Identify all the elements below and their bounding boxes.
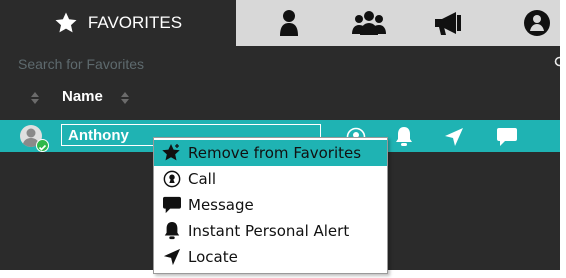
star-icon <box>55 12 77 33</box>
locate-arrow-icon <box>162 247 182 267</box>
message-icon <box>162 195 182 215</box>
menu-item-call[interactable]: Call <box>154 166 387 192</box>
sort-icon[interactable] <box>30 91 40 105</box>
alert-bell-icon <box>162 221 182 241</box>
person-icon <box>280 10 298 36</box>
tab-broadcast[interactable] <box>432 8 466 38</box>
menu-item-label: Instant Personal Alert <box>188 222 350 240</box>
status-online-icon <box>36 139 49 152</box>
search-input[interactable] <box>18 54 518 74</box>
tab-favorites-label: FAVORITES <box>87 13 183 32</box>
menu-item-label: Call <box>188 170 217 188</box>
menu-item-label: Locate <box>188 248 238 266</box>
tab-directory[interactable] <box>520 8 554 38</box>
menu-item-label: Message <box>188 196 254 214</box>
message-button[interactable] <box>496 126 518 148</box>
locate-arrow-icon <box>445 128 463 146</box>
locate-button[interactable] <box>443 126 465 148</box>
megaphone-icon <box>435 12 461 35</box>
search-bar <box>0 48 560 78</box>
tab-bar: FAVORITES <box>0 0 560 46</box>
remove-favorite-icon <box>162 143 182 163</box>
search-icon[interactable] <box>554 56 560 70</box>
tab-favorites[interactable]: FAVORITES <box>0 0 236 46</box>
menu-item-locate[interactable]: Locate <box>154 244 387 270</box>
tab-contacts[interactable] <box>272 8 306 38</box>
alert-button[interactable] <box>393 126 415 148</box>
menu-item-instant-personal-alert[interactable]: Instant Personal Alert <box>154 218 387 244</box>
globe-person-icon <box>524 10 550 36</box>
menu-item-remove-from-favorites[interactable]: Remove from Favorites <box>154 140 387 166</box>
context-menu: Remove from Favorites Call Message Insta… <box>153 137 388 274</box>
menu-item-message[interactable]: Message <box>154 192 387 218</box>
tab-groups[interactable] <box>352 8 386 38</box>
list-header: Name <box>0 82 560 112</box>
name-column-header[interactable]: Name <box>62 88 103 105</box>
menu-item-label: Remove from Favorites <box>188 144 362 162</box>
sort-name-icon[interactable] <box>120 91 130 105</box>
alert-bell-icon <box>396 127 412 146</box>
message-icon <box>497 128 517 146</box>
group-icon <box>352 11 386 35</box>
call-icon <box>162 169 182 189</box>
